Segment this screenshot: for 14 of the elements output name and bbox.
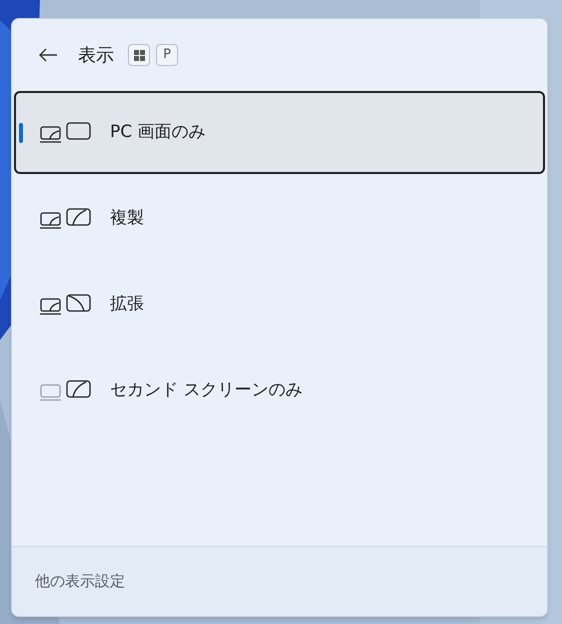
display-mode-icon bbox=[38, 380, 92, 402]
display-mode-icon bbox=[38, 122, 92, 144]
panel-title: 表示 bbox=[78, 44, 114, 68]
keyboard-key: P bbox=[156, 44, 178, 66]
display-option[interactable]: PC 画面のみ bbox=[14, 91, 545, 174]
more-display-settings-link[interactable]: 他の表示設定 bbox=[35, 570, 125, 593]
selection-indicator bbox=[19, 123, 23, 143]
display-mode-icon bbox=[38, 294, 92, 316]
windows-logo-icon bbox=[134, 50, 144, 60]
display-mode-icon bbox=[38, 208, 92, 230]
back-arrow-icon bbox=[38, 47, 58, 63]
display-option[interactable]: 複製 bbox=[14, 177, 545, 260]
display-option[interactable]: 拡張 bbox=[14, 263, 545, 346]
display-option[interactable]: セカンド スクリーンのみ bbox=[14, 349, 545, 432]
